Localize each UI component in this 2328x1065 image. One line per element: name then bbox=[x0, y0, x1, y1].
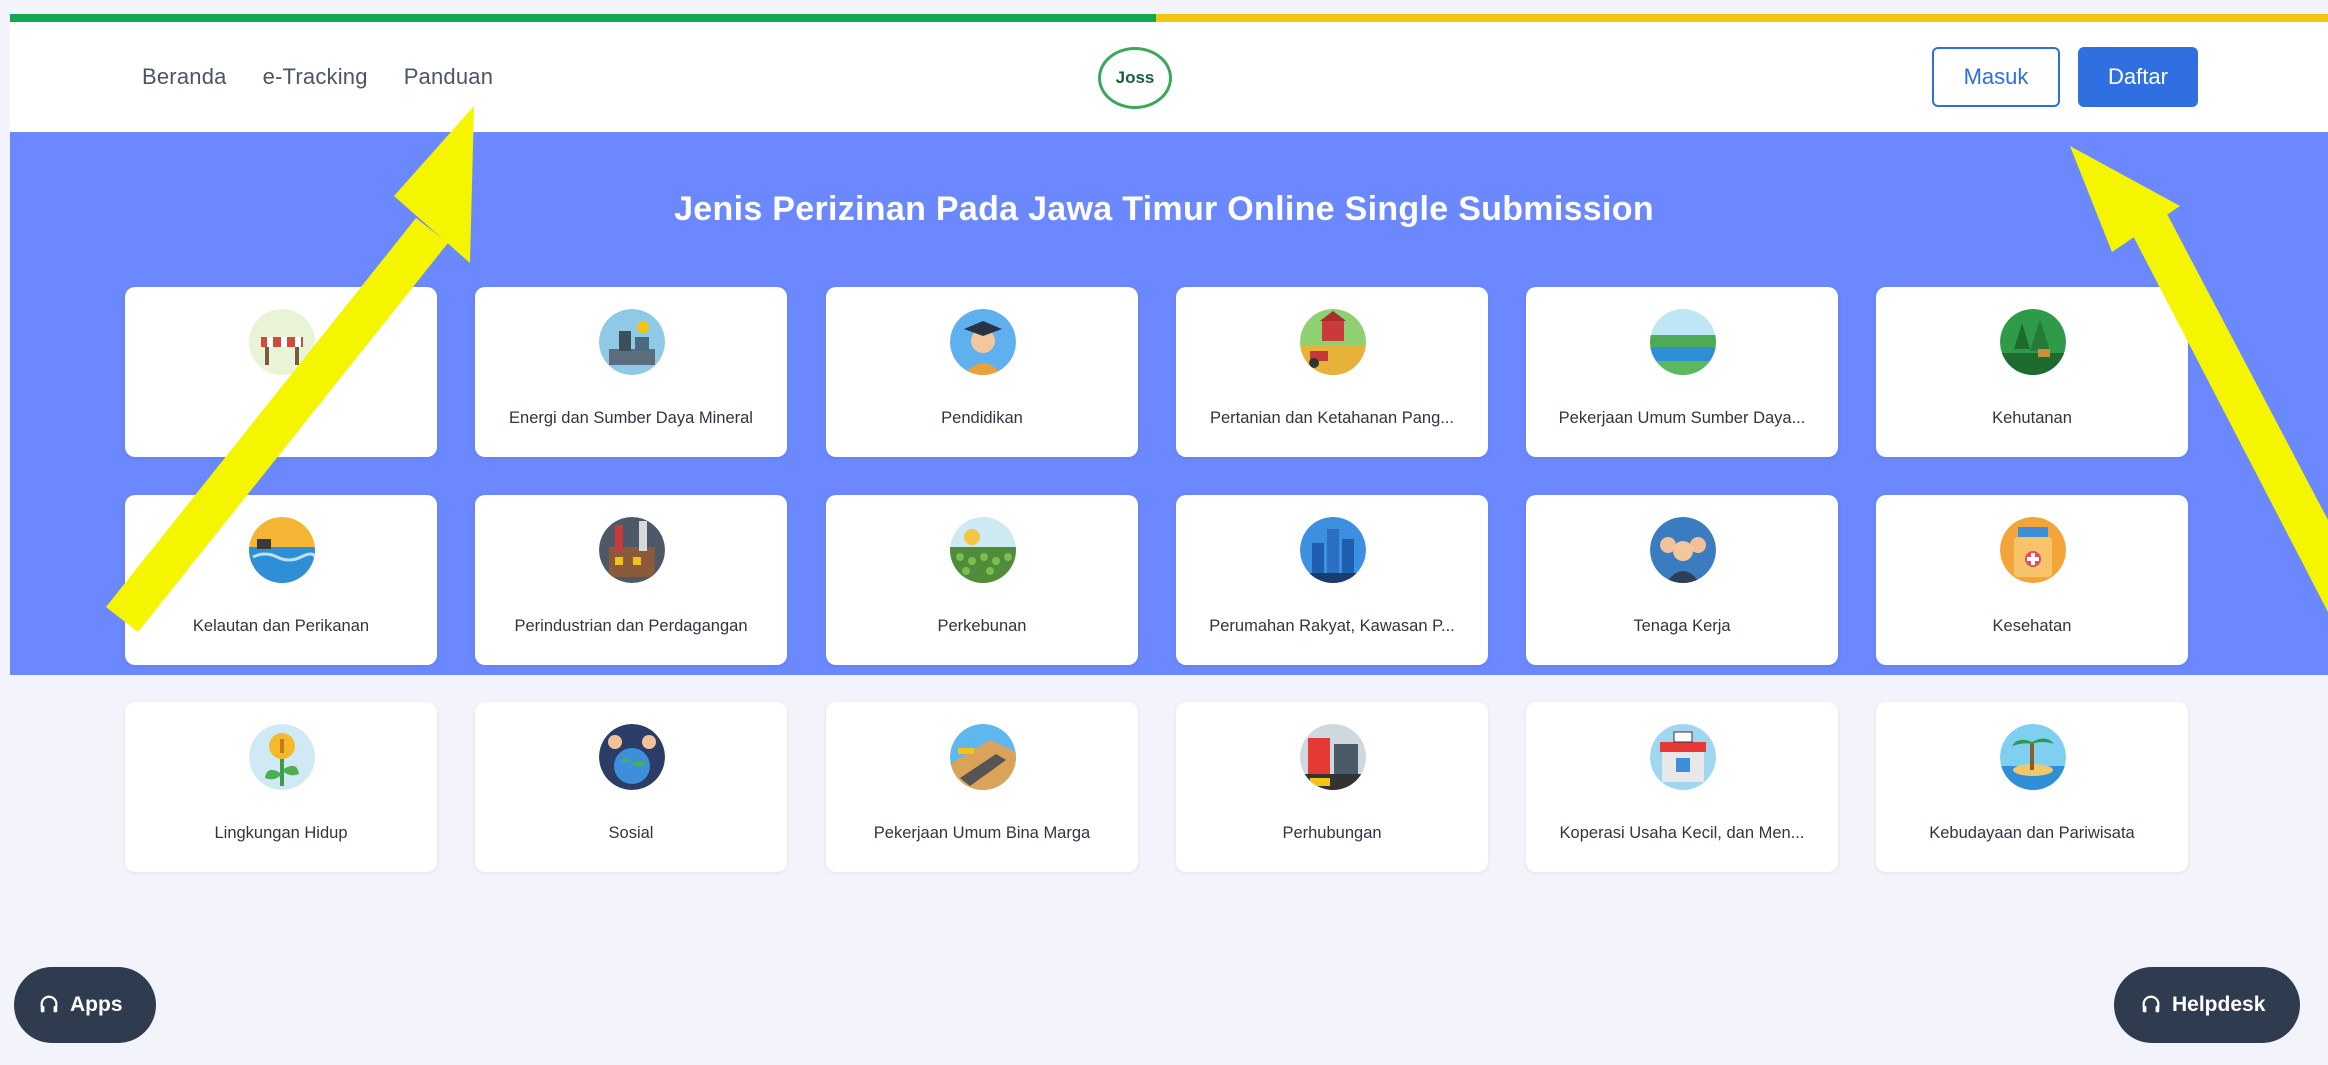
nav-links: Beranda e-Tracking Panduan bbox=[142, 22, 493, 132]
card-label: Koperasi Usaha Kecil, dan Men... bbox=[1559, 824, 1805, 842]
card-label: Perumahan Rakyat, Kawasan P... bbox=[1209, 617, 1455, 635]
nav-panduan[interactable]: Panduan bbox=[404, 64, 494, 90]
top-progress-strip bbox=[10, 14, 2328, 22]
card-label: Pertanian dan Ketahanan Pang... bbox=[1209, 409, 1455, 427]
card-perhubungan[interactable]: Perhubungan bbox=[1176, 702, 1488, 872]
page-title: Jenis Perizinan Pada Jawa Timur Online S… bbox=[674, 190, 1654, 228]
card-label: Lingkungan Hidup bbox=[214, 824, 348, 842]
apps-button[interactable]: Apps bbox=[14, 967, 156, 1043]
graduate-icon bbox=[950, 309, 1016, 375]
buildings-icon bbox=[1300, 517, 1366, 583]
card-label: Kelautan dan Perikanan bbox=[192, 617, 370, 635]
card-bina-marga[interactable]: Pekerjaan Umum Bina Marga bbox=[826, 702, 1138, 872]
medicine-icon bbox=[2000, 517, 2066, 583]
register-button[interactable]: Daftar bbox=[2078, 47, 2198, 107]
road-icon bbox=[950, 724, 1016, 790]
card-pertanian[interactable]: Pertanian dan Ketahanan Pang... bbox=[1176, 287, 1488, 457]
card-kehutanan[interactable]: Kehutanan bbox=[1876, 287, 2188, 457]
card-label: Perindustrian dan Perdagangan bbox=[514, 617, 748, 635]
coin-plant-icon bbox=[249, 724, 315, 790]
card-perindustrian[interactable]: Perindustrian dan Perdagangan bbox=[475, 495, 787, 665]
river-icon bbox=[1650, 309, 1716, 375]
card-label: Kebudayaan dan Pariwisata bbox=[1929, 824, 2135, 842]
helpdesk-button[interactable]: Helpdesk bbox=[2114, 967, 2300, 1043]
helpdesk-label: Helpdesk bbox=[2172, 993, 2266, 1016]
apps-label: Apps bbox=[70, 993, 123, 1016]
headset-icon bbox=[2142, 995, 2160, 1013]
card-lingkungan-hidup[interactable]: Lingkungan Hidup bbox=[125, 702, 437, 872]
card-label: Sosial bbox=[608, 824, 654, 842]
nav-e-tracking[interactable]: e-Tracking bbox=[263, 64, 368, 90]
card-label: Kehutanan bbox=[1992, 409, 2072, 427]
card-perumahan[interactable]: Perumahan Rakyat, Kawasan P... bbox=[1176, 495, 1488, 665]
nav-beranda[interactable]: Beranda bbox=[142, 64, 227, 90]
forest-icon bbox=[2000, 309, 2066, 375]
sea-icon bbox=[249, 517, 315, 583]
card-label: Energi dan Sumber Daya Mineral bbox=[509, 409, 753, 427]
card-label: Pendidikan bbox=[941, 409, 1023, 427]
barrier-icon bbox=[249, 309, 315, 375]
factory-icon bbox=[599, 517, 665, 583]
shop-icon bbox=[1650, 724, 1716, 790]
transport-icon bbox=[1300, 724, 1366, 790]
card-label: Pekerjaan Umum Bina Marga bbox=[873, 824, 1091, 842]
navbar: Beranda e-Tracking Panduan Joss Masuk Da… bbox=[10, 22, 2328, 133]
card-kelautan[interactable]: Kelautan dan Perikanan bbox=[125, 495, 437, 665]
card-kesehatan[interactable]: Kesehatan bbox=[1876, 495, 2188, 665]
globe-people-icon bbox=[599, 724, 665, 790]
card-label: Kesehatan bbox=[1992, 617, 2072, 635]
card-sosial[interactable]: Sosial bbox=[475, 702, 787, 872]
top-strip-green bbox=[10, 14, 1156, 22]
card-pekerjaan-umum-sda[interactable]: Pekerjaan Umum Sumber Daya... bbox=[1526, 287, 1838, 457]
card-tenaga-kerja[interactable]: Tenaga Kerja bbox=[1526, 495, 1838, 665]
joss-logo[interactable]: Joss bbox=[1098, 47, 1172, 109]
card-koperasi[interactable]: Koperasi Usaha Kecil, dan Men... bbox=[1526, 702, 1838, 872]
workers-icon bbox=[1650, 517, 1716, 583]
card-energi[interactable]: Energi dan Sumber Daya Mineral bbox=[475, 287, 787, 457]
headset-icon bbox=[40, 995, 58, 1013]
top-strip-yellow bbox=[1156, 14, 2328, 22]
logo-text: Joss bbox=[1115, 68, 1155, 87]
login-button[interactable]: Masuk bbox=[1932, 47, 2060, 107]
card-label: Perkebunan bbox=[937, 617, 1027, 635]
energy-icon bbox=[599, 309, 665, 375]
card-kebudayaan[interactable]: Kebudayaan dan Pariwisata bbox=[1876, 702, 2188, 872]
card-label: akan bbox=[263, 409, 299, 427]
card-pendidikan[interactable]: Pendidikan bbox=[826, 287, 1138, 457]
island-icon bbox=[2000, 724, 2066, 790]
card-label: Perhubungan bbox=[1282, 824, 1382, 842]
card-label: Tenaga Kerja bbox=[1633, 617, 1731, 635]
card-perizinan[interactable]: akan bbox=[125, 287, 437, 457]
plantation-icon bbox=[950, 517, 1016, 583]
farm-icon bbox=[1300, 309, 1366, 375]
card-perkebunan[interactable]: Perkebunan bbox=[826, 495, 1138, 665]
card-label: Pekerjaan Umum Sumber Daya... bbox=[1558, 409, 1806, 427]
